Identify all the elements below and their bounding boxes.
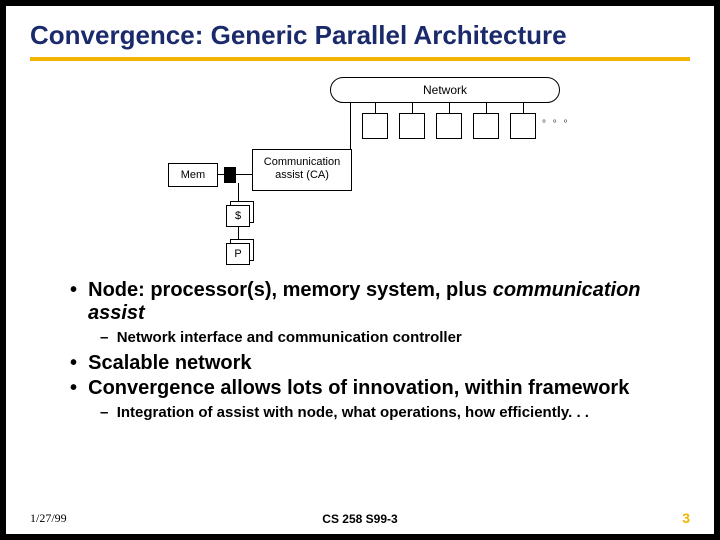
processor-box: P (226, 243, 250, 265)
bullet-level1: • Node: processor(s), memory system, plu… (70, 279, 690, 325)
bullet-text: Node: processor(s), memory system, plus (88, 279, 493, 301)
network-tap (412, 103, 413, 113)
node-box (399, 113, 425, 139)
network-tap (486, 103, 487, 113)
node-box (473, 113, 499, 139)
bullet-level2: – Integration of assist with node, what … (100, 404, 690, 421)
ca-label-2: assist (CA) (275, 169, 329, 181)
bullet-level1: • Scalable network (70, 352, 690, 375)
architecture-diagram: Network ° ° ° Mem Communication assist (… (150, 71, 570, 271)
network-box: Network (330, 77, 560, 103)
node-box (362, 113, 388, 139)
bullet-level2: – Network interface and communication co… (100, 329, 690, 346)
footer-page: 3 (682, 510, 690, 526)
network-node-wire (350, 103, 351, 151)
bullet-level1: • Convergence allows lots of innovation,… (70, 377, 690, 400)
node-box (510, 113, 536, 139)
title-rule (30, 57, 690, 61)
footer-course: CS 258 S99-3 (322, 512, 397, 526)
node-box (436, 113, 462, 139)
bullet-list: • Node: processor(s), memory system, plu… (70, 279, 690, 421)
footer-date: 1/27/99 (30, 511, 67, 526)
network-tap (449, 103, 450, 113)
network-tap (523, 103, 524, 113)
ellipsis: ° ° ° (542, 119, 570, 130)
slide-title: Convergence: Generic Parallel Architectu… (30, 20, 690, 51)
memory-box: Mem (168, 163, 218, 187)
bullet-text: Scalable network (88, 352, 251, 374)
communication-assist-box: Communication assist (CA) (252, 149, 352, 191)
cache-box: $ (226, 205, 250, 227)
network-tap (375, 103, 376, 113)
bullet-text: Convergence allows lots of innovation, w… (88, 377, 629, 399)
bullet-text: Network interface and communication cont… (117, 329, 462, 346)
bullet-text: Integration of assist with node, what op… (117, 404, 589, 421)
ca-label-1: Communication (264, 156, 340, 168)
slide: Convergence: Generic Parallel Architectu… (6, 6, 714, 534)
bus-block (224, 167, 236, 183)
